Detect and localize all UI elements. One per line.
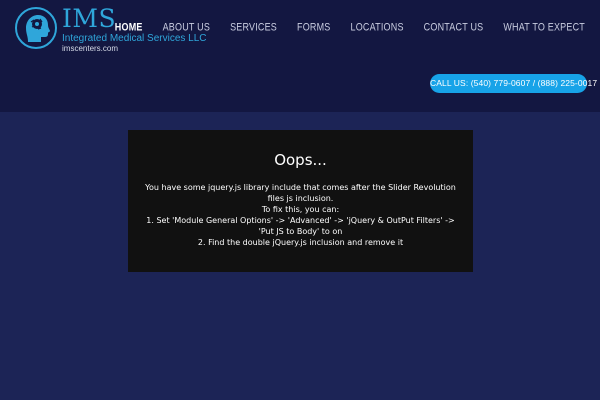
error-line-4: 2. Find the double jQuery.js inclusion a… [197, 238, 404, 247]
nav-item-contact-us[interactable]: CONTACT US [424, 21, 484, 33]
nav-item-forms[interactable]: FORMS [297, 21, 331, 33]
main-nav: HOME ABOUT US SERVICES FORMS LOCATIONS C… [95, 21, 585, 33]
error-message: You have some jquery.js library include … [138, 182, 463, 248]
brand-url: imscenters.com [62, 44, 119, 53]
nav-item-about-us[interactable]: ABOUT US [163, 21, 210, 33]
error-line-3: 1. Set 'Module General Options' -> 'Adva… [146, 216, 455, 236]
error-line-2: To fix this, you can: [261, 205, 340, 214]
slider-error-box: Oops... You have some jquery.js library … [128, 130, 473, 272]
nav-item-home[interactable]: HOME [115, 21, 143, 33]
brand-subtitle: Integrated Medical Services LLC [62, 33, 207, 44]
error-line-1: You have some jquery.js library include … [145, 183, 456, 203]
error-title: Oops... [274, 151, 327, 169]
nav-item-services[interactable]: SERVICES [230, 21, 277, 33]
nav-item-what-to-expect[interactable]: WHAT TO EXPECT [503, 21, 585, 33]
nav-item-locations[interactable]: LOCATIONS [351, 21, 404, 33]
site-header: IMS Integrated Medical Services LLC imsc… [0, 0, 600, 112]
head-profile-icon [15, 7, 57, 49]
call-us-button[interactable]: CALL US: (540) 779-0607 / (888) 225-0017 [430, 74, 597, 93]
